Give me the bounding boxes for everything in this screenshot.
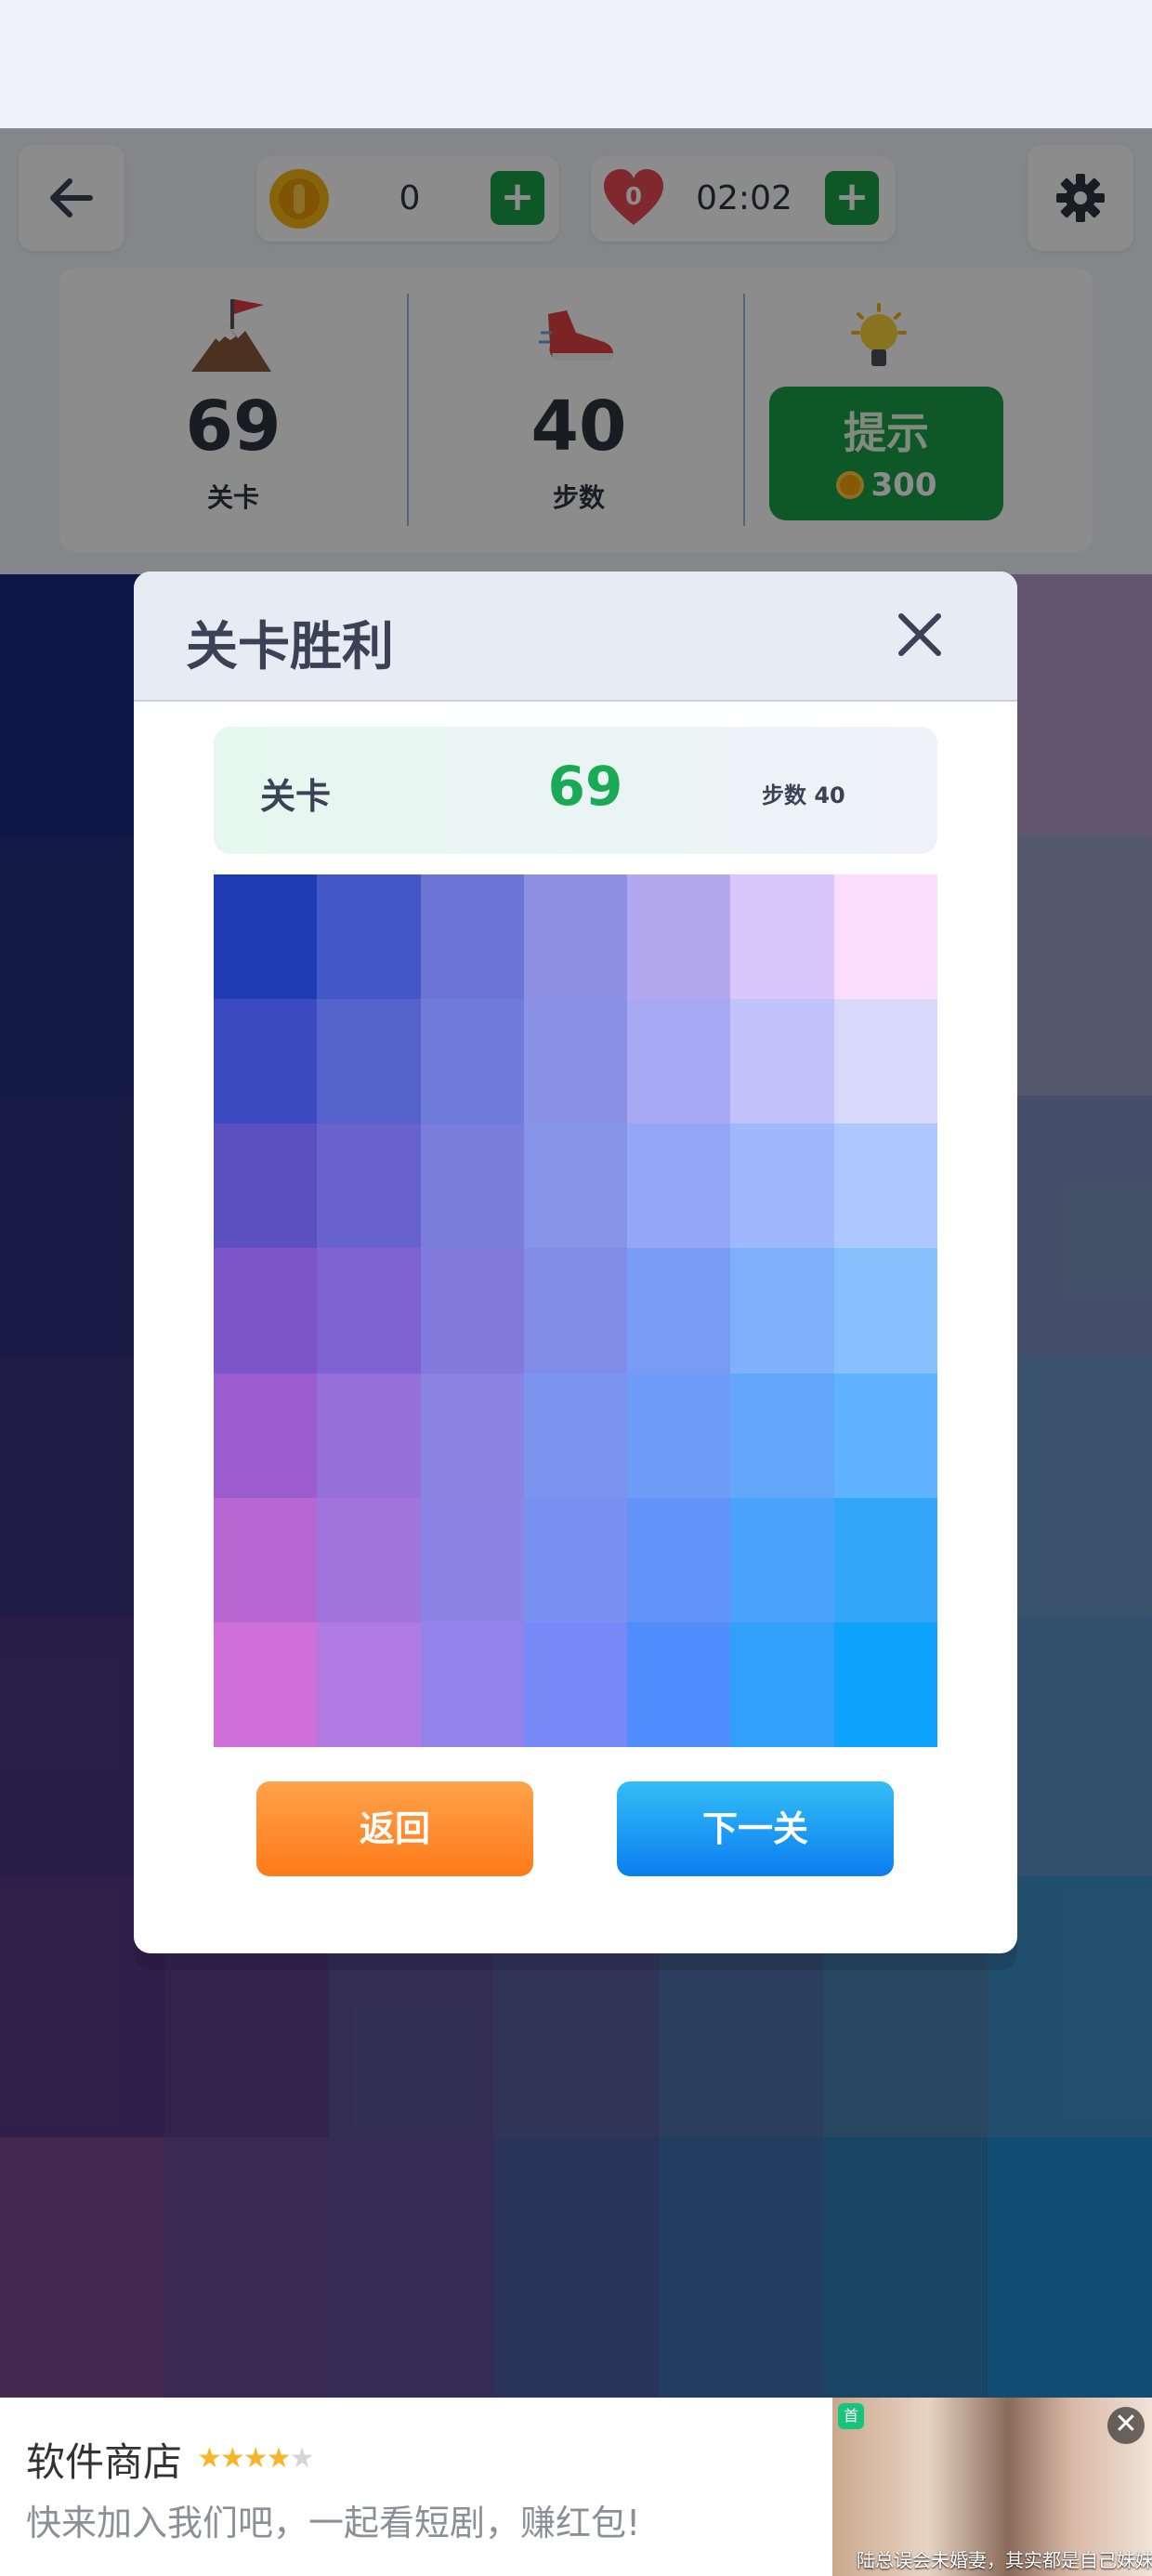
back-button[interactable]: 返回 [256,1781,533,1876]
palette-tile [523,1124,628,1249]
dialog-title: 关卡胜利 [186,617,394,677]
palette-tile [627,999,731,1124]
palette-tile [833,1373,937,1498]
palette-tile [833,1124,937,1249]
ad-badge: 首 [838,2403,864,2429]
next-level-button[interactable]: 下一关 [617,1781,894,1876]
palette-tile [214,874,318,1000]
status-bar [0,0,1152,128]
palette-tile [627,1622,731,1747]
palette-tile [523,1373,628,1498]
level-label: 关卡 [260,776,332,817]
palette-tile [730,1622,834,1747]
palette-tile [214,1497,318,1623]
palette-tile [627,874,731,1000]
palette-tile [833,1497,937,1623]
palette-tile [420,1622,524,1747]
palette-tile [214,1248,318,1373]
dialog-header: 关卡胜利 [134,572,1017,702]
palette-tile [730,1248,834,1373]
ad-title: 软件商店 [26,2439,183,2485]
level-summary: 关卡 69 步数 40 [214,727,937,854]
palette-tile [523,1622,628,1747]
palette-tile [730,1124,834,1249]
palette-tile [317,874,421,1000]
level-complete-dialog: 关卡胜利 关卡 69 步数 40 返回 下一关 [134,572,1017,1953]
palette-tile [523,1248,628,1373]
palette-tile [420,1373,524,1498]
palette-tile [833,1248,937,1373]
palette-tile [214,999,318,1124]
level-value: 69 [547,755,623,818]
palette-tile [317,999,421,1124]
palette-tile [627,1124,731,1249]
palette-tile [420,1248,524,1373]
palette-tile [833,1622,937,1747]
solved-palette [214,874,937,1747]
ad-image[interactable]: 首 ✕ 陆总误会未婚妻，其实都是自己妹妹.告 [832,2398,1152,2576]
palette-tile [523,999,628,1124]
close-icon[interactable] [892,607,948,663]
palette-tile [214,1622,318,1747]
ad-rating: ★★★★★ [197,2442,314,2475]
palette-tile [317,1248,421,1373]
palette-tile [627,1497,731,1623]
palette-tile [214,1373,318,1498]
palette-tile [523,1497,628,1623]
palette-tile [627,1248,731,1373]
palette-tile [730,1497,834,1623]
palette-tile [627,1373,731,1498]
palette-tile [730,874,834,1000]
ad-banner[interactable]: 软件商店 ★★★★★ 快来加入我们吧，一起看短剧，赚红包! 首 ✕ 陆总误会未婚… [0,2398,1152,2576]
palette-tile [730,1373,834,1498]
palette-tile [420,1124,524,1249]
palette-tile [833,874,937,1000]
palette-tile [833,999,937,1124]
palette-tile [214,1124,318,1249]
palette-tile [317,1497,421,1623]
ad-caption: 陆总误会未婚妻，其实都是自己妹妹.告 [857,2549,1152,2571]
palette-tile [730,999,834,1124]
ad-close-button[interactable]: ✕ [1107,2407,1145,2444]
palette-tile [420,1497,524,1623]
palette-tile [317,1373,421,1498]
ad-description: 快来加入我们吧，一起看短剧，赚红包! [26,2503,641,2543]
palette-tile [420,999,524,1124]
palette-tile [420,874,524,1000]
steps-text: 步数 40 [762,782,845,808]
palette-tile [317,1622,421,1747]
palette-tile [523,874,628,1000]
palette-tile [317,1124,421,1249]
